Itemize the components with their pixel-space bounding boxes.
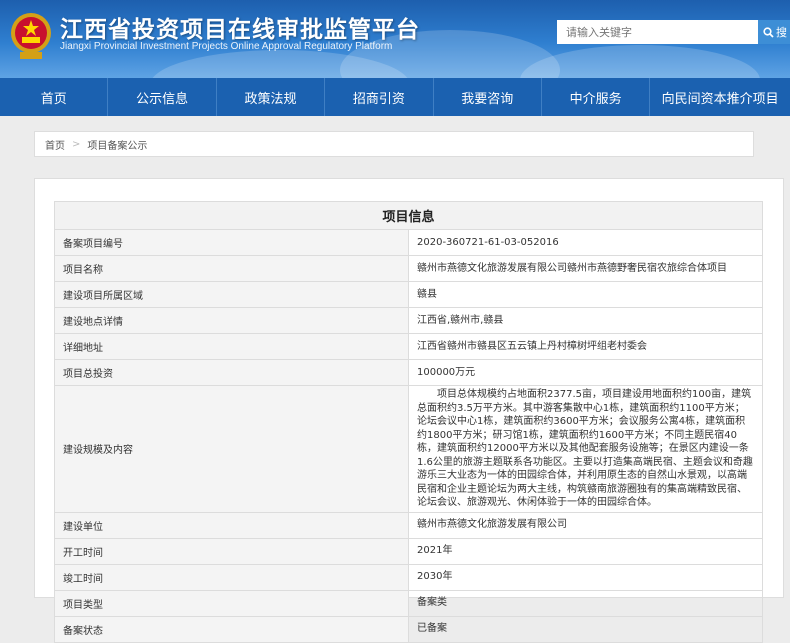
row-label: 备案项目编号 xyxy=(54,229,409,256)
row-label: 建设单位 xyxy=(54,511,409,539)
row-label: 项目类型 xyxy=(54,589,409,617)
main-nav: 首页 公示信息 政策法规 招商引资 我要咨询 中介服务 向民间资本推介项目 xyxy=(0,78,790,116)
row-value: 赣州市燕德文化旅游发展有限公司赣州市燕德野奢民宿农旅综合体项目 xyxy=(408,255,763,282)
row-value: 江西省,赣州市,赣县 xyxy=(408,307,763,334)
table-row: 开工时间 2021年 xyxy=(54,537,763,565)
row-label: 竣工时间 xyxy=(54,563,409,591)
table-row: 竣工时间 2030年 xyxy=(54,563,763,591)
table-row: 详细地址 江西省赣州市赣县区五云镇上丹村樟树坪组老村委会 xyxy=(54,333,763,360)
row-label: 项目名称 xyxy=(54,255,409,282)
breadcrumb-home-link[interactable]: 首页 xyxy=(45,137,65,152)
project-info-table: 项目信息 备案项目编号 2020-360721-61-03-052016 项目名… xyxy=(54,201,763,643)
table-row: 备案项目编号 2020-360721-61-03-052016 xyxy=(54,229,763,256)
row-value: 2021年 xyxy=(408,537,763,565)
table-row: 建设单位 赣州市燕德文化旅游发展有限公司 xyxy=(54,511,763,539)
cloud-decoration xyxy=(520,45,760,78)
nav-item-policies[interactable]: 政策法规 xyxy=(217,78,326,116)
row-label: 详细地址 xyxy=(54,333,409,360)
row-value-description: 项目总体规模约占地面积2377.5亩，项目建设用地面积约100亩，建筑总面积约3… xyxy=(408,385,763,513)
nav-item-home[interactable]: 首页 xyxy=(0,78,109,116)
row-label: 项目总投资 xyxy=(54,359,409,386)
project-info-panel: 项目信息 备案项目编号 2020-360721-61-03-052016 项目名… xyxy=(34,178,784,643)
row-value: 江西省赣州市赣县区五云镇上丹村樟树坪组老村委会 xyxy=(408,333,763,360)
table-row: 项目名称 赣州市燕德文化旅游发展有限公司赣州市燕德野奢民宿农旅综合体项目 xyxy=(54,255,763,282)
row-value: 备案类 xyxy=(408,589,763,617)
panel-title: 项目信息 xyxy=(54,201,763,230)
table-row: 项目总投资 100000万元 xyxy=(54,359,763,386)
row-value: 2020-360721-61-03-052016 xyxy=(408,229,763,256)
breadcrumb-separator: > xyxy=(72,138,81,150)
row-value: 2030年 xyxy=(408,563,763,591)
row-value: 赣州市燕德文化旅游发展有限公司 xyxy=(408,511,763,539)
site-title[interactable]: 江西省投资项目在线审批监管平台 xyxy=(60,10,420,44)
table-row: 建设项目所属区域 赣县 xyxy=(54,281,763,308)
row-value: 100000万元 xyxy=(408,359,763,386)
table-row: 备案状态 已备案 xyxy=(54,615,763,643)
search-box: 搜 xyxy=(557,20,790,44)
breadcrumb: 首页 > 项目备案公示 xyxy=(34,131,754,157)
search-button[interactable]: 搜 xyxy=(758,20,790,44)
site-header: 江西省投资项目在线审批监管平台 Jiangxi Provincial Inves… xyxy=(0,0,790,78)
row-value: 已备案 xyxy=(408,615,763,643)
nav-item-agency[interactable]: 中介服务 xyxy=(542,78,651,116)
site-subtitle: Jiangxi Provincial Investment Projects O… xyxy=(60,41,393,52)
table-row: 项目类型 备案类 xyxy=(54,589,763,617)
table-row: 建设规模及内容 项目总体规模约占地面积2377.5亩，项目建设用地面积约100亩… xyxy=(54,385,763,513)
row-label: 建设地点详情 xyxy=(54,307,409,334)
nav-item-public-info[interactable]: 公示信息 xyxy=(108,78,217,116)
row-label: 备案状态 xyxy=(54,615,409,643)
row-value: 赣县 xyxy=(408,281,763,308)
row-label: 建设项目所属区域 xyxy=(54,281,409,308)
search-button-label: 搜 xyxy=(776,26,787,39)
breadcrumb-current: 项目备案公示 xyxy=(87,140,148,152)
nav-item-investment[interactable]: 招商引资 xyxy=(325,78,434,116)
search-input[interactable] xyxy=(557,20,758,44)
table-row: 建设地点详情 江西省,赣州市,赣县 xyxy=(54,307,763,334)
row-label: 开工时间 xyxy=(54,537,409,565)
national-emblem-icon[interactable] xyxy=(8,8,54,62)
nav-item-private-capital[interactable]: 向民间资本推介项目 xyxy=(650,78,790,116)
nav-item-consult[interactable]: 我要咨询 xyxy=(434,78,542,116)
table-header-row: 项目信息 xyxy=(54,201,763,230)
row-label: 建设规模及内容 xyxy=(54,385,409,513)
search-icon xyxy=(763,26,774,38)
